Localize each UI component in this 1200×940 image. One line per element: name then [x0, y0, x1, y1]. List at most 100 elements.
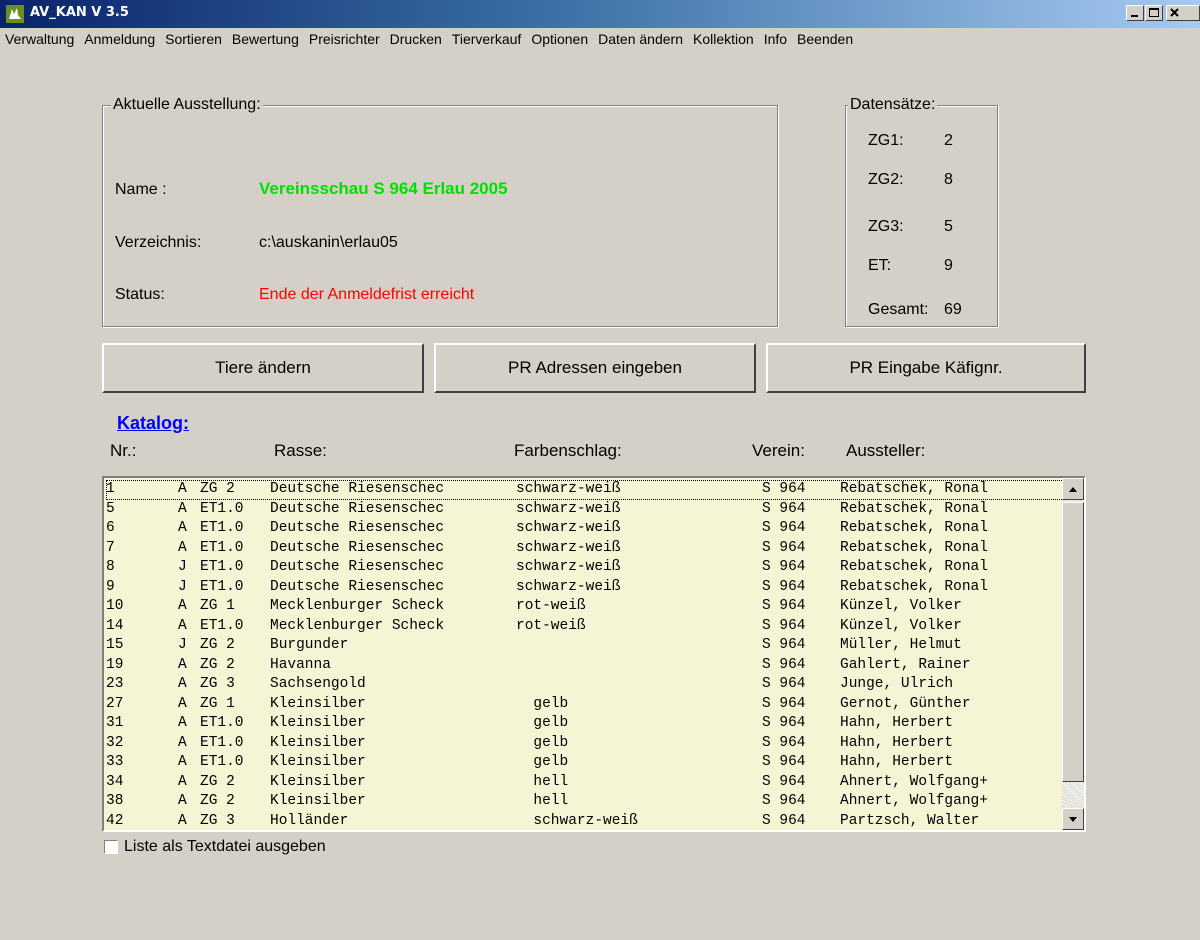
scroll-down-button[interactable] — [1062, 808, 1084, 830]
menu-optionen[interactable]: Optionen — [526, 28, 593, 50]
cell-exhibitor: Ahnert, Wolfgang+ — [840, 793, 988, 809]
directory-label: Verzeichnis: — [115, 234, 202, 251]
table-row[interactable]: 33 A ET1.0 Kleinsilber gelb S 964 Hahn, Herbe… — [106, 753, 1064, 773]
cell-exhibitor: Partzsch, Walter — [840, 812, 980, 829]
export-text-file-label: Liste als Textdatei ausgeben — [124, 838, 326, 855]
status-label: Status: — [115, 286, 165, 303]
table-row[interactable]: 10 A ZG 1 Mecklenburger Scheck rot-weiß S 964… — [106, 597, 1064, 617]
cell-color: schwarz-weiß — [516, 520, 621, 536]
table-row[interactable]: 8 J ET1.0 Deutsche Riesenschec schwarz-weiß S… — [106, 558, 1064, 578]
menu-daten-ändern[interactable]: Daten ändern — [593, 28, 688, 50]
cell-exhibitor: Rebatschek, Ronal — [840, 500, 988, 517]
menu-preisrichter[interactable]: Preisrichter — [304, 28, 385, 50]
cell-color: gelb — [516, 695, 569, 712]
menu-anmeldung[interactable]: Anmeldung — [79, 28, 160, 50]
cell-club: S 964 — [762, 559, 806, 575]
arrow-up-icon — [1069, 487, 1077, 492]
menu-drucken[interactable]: Drucken — [385, 28, 447, 50]
title-bar[interactable]: AV_KAN V 3.5 — [0, 0, 1200, 28]
cell-color: schwarz-weiß — [516, 481, 621, 497]
records-et-label: ET: — [868, 257, 892, 274]
cell-age: J — [178, 637, 187, 653]
cell-age: A — [178, 754, 187, 770]
cell-club: S 964 — [762, 656, 806, 673]
cell-class: ET1.0 — [200, 617, 244, 634]
cell-nr: 14 — [106, 617, 124, 634]
catalog-title[interactable]: Katalog: — [117, 413, 189, 434]
close-button[interactable] — [1166, 5, 1200, 21]
table-row[interactable]: 19 A ZG 2 Havanna S 964 Gahlert, Rainer — [106, 656, 1064, 676]
judge-cage-number-button[interactable]: PR Eingabe Käfignr. — [766, 343, 1086, 393]
cell-breed: Mecklenburger Scheck — [270, 617, 445, 634]
table-row[interactable]: 6 A ET1.0 Deutsche Riesenschec schwarz-weiß S… — [106, 519, 1064, 539]
cell-nr: 33 — [106, 754, 124, 770]
table-row[interactable]: 15 J ZG 2 Burgunder S 964 Müller, Helmut — [106, 636, 1064, 656]
cell-color: gelb — [516, 715, 569, 731]
table-row[interactable]: 27 A ZG 1 Kleinsilber gelb S 964 Gernot, Günt… — [106, 695, 1064, 715]
cell-class: ZG 2 — [200, 481, 235, 497]
cell-age: A — [178, 793, 187, 809]
menu-bewertung[interactable]: Bewertung — [227, 28, 304, 50]
header-exhibitor: Aussteller: — [846, 441, 926, 460]
cell-color: schwarz-weiß — [516, 578, 621, 595]
records-zg2-value: 8 — [944, 171, 953, 188]
catalog-scrollbar[interactable] — [1062, 478, 1084, 830]
menu-tierverkauf[interactable]: Tierverkauf — [447, 28, 527, 50]
cell-breed: Deutsche Riesenschec — [270, 559, 445, 575]
table-row[interactable]: 38 A ZG 2 Kleinsilber hell S 964 Ahnert, Wolf… — [106, 792, 1064, 812]
scroll-up-button[interactable] — [1062, 478, 1084, 500]
cell-breed: Deutsche Riesenschec — [270, 500, 445, 517]
cell-class: ZG 3 — [200, 676, 235, 692]
table-row[interactable]: 32 A ET1.0 Kleinsilber gelb S 964 Hahn, Herbe… — [106, 734, 1064, 754]
menu-verwaltung[interactable]: Verwaltung — [0, 28, 79, 50]
maximize-button[interactable] — [1145, 5, 1163, 21]
cell-club: S 964 — [762, 481, 806, 497]
cell-class: ET1.0 — [200, 578, 244, 595]
cell-class: ZG 1 — [200, 695, 235, 712]
cell-age: A — [178, 715, 187, 731]
judge-addresses-button[interactable]: PR Adressen eingeben — [434, 343, 756, 393]
menu-bar: Verwaltung Anmeldung Sortieren Bewertung Pre… — [0, 28, 1200, 50]
cell-color: schwarz-weiß — [516, 500, 621, 517]
table-row[interactable]: 34 A ZG 2 Kleinsilber hell S 964 Ahnert, Wolf… — [106, 773, 1064, 793]
cell-club: S 964 — [762, 793, 806, 809]
cell-exhibitor: Rebatschek, Ronal — [840, 539, 988, 556]
menu-kollektion[interactable]: Kollektion — [688, 28, 759, 50]
minimize-button[interactable] — [1126, 5, 1144, 21]
table-row[interactable]: 7 A ET1.0 Deutsche Riesenschec schwarz-weiß S… — [106, 539, 1064, 559]
table-row[interactable]: 42 A ZG 3 Holländer schwarz-weiß S 964 Partzs… — [106, 812, 1064, 831]
export-text-file-checkbox[interactable] — [104, 840, 118, 854]
cell-nr: 34 — [106, 773, 124, 790]
table-row[interactable]: 5 A ET1.0 Deutsche Riesenschec schwarz-weiß S… — [106, 500, 1064, 520]
cell-age: A — [178, 734, 187, 751]
cell-nr: 31 — [106, 715, 124, 731]
menu-sortieren[interactable]: Sortieren — [160, 28, 227, 50]
cell-exhibitor: Junge, Ulrich — [840, 676, 954, 692]
cell-class: ZG 1 — [200, 598, 235, 614]
catalog-list[interactable]: 1 A ZG 2 Deutsche Riesenschec schwarz-weiß S … — [102, 476, 1086, 832]
cell-class: ET1.0 — [200, 559, 244, 575]
cell-color: schwarz-weiß — [516, 559, 621, 575]
current-exhibition-title: Aktuelle Ausstellung: — [111, 96, 263, 114]
table-row[interactable]: 1 A ZG 2 Deutsche Riesenschec schwarz-weiß S … — [106, 480, 1064, 500]
cell-exhibitor: Rebatschek, Ronal — [840, 559, 988, 575]
cell-club: S 964 — [762, 715, 806, 731]
cell-breed: Deutsche Riesenschec — [270, 578, 445, 595]
table-row[interactable]: 14 A ET1.0 Mecklenburger Scheck rot-weiß S 96… — [106, 617, 1064, 637]
cell-age: A — [178, 539, 187, 556]
cell-class: ET1.0 — [200, 754, 244, 770]
header-color: Farbenschlag: — [514, 441, 622, 460]
cell-color: hell — [516, 773, 569, 790]
edit-animals-button[interactable]: Tiere ändern — [102, 343, 424, 393]
window-title: AV_KAN V 3.5 — [30, 5, 129, 20]
table-row[interactable]: 9 J ET1.0 Deutsche Riesenschec schwarz-weiß S… — [106, 578, 1064, 598]
menu-beenden[interactable]: Beenden — [792, 28, 858, 50]
scroll-thumb[interactable] — [1062, 502, 1084, 782]
menu-info[interactable]: Info — [759, 28, 792, 50]
cell-age: J — [178, 578, 187, 595]
table-row[interactable]: 31 A ET1.0 Kleinsilber gelb S 964 Hahn, Herbe… — [106, 714, 1064, 734]
close-icon — [1170, 8, 1179, 17]
status-value: Ende der Anmeldefrist erreicht — [259, 286, 475, 303]
cell-exhibitor: Rebatschek, Ronal — [840, 481, 988, 497]
table-row[interactable]: 23 A ZG 3 Sachsengold S 964 Junge, Ulrich — [106, 675, 1064, 695]
